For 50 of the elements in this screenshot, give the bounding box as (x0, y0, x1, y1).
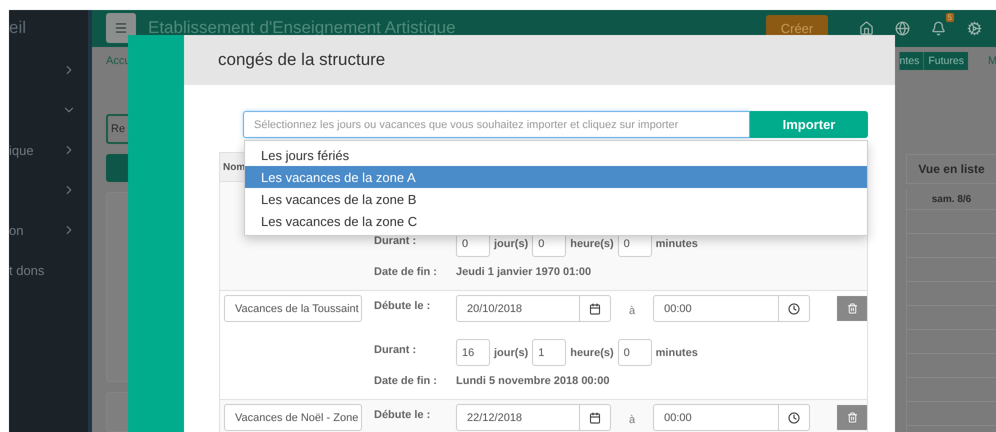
minutes-unit: minutes (656, 238, 698, 250)
sidebar-item[interactable]: t dons (9, 250, 88, 290)
dropdown-option[interactable]: Les vacances de la zone C (245, 210, 867, 232)
import-field[interactable]: Sélectionnez les jours ou vacances que vous souhaitez importer et cliquez sur importer (243, 111, 750, 138)
start-label: Débute le : (374, 408, 432, 423)
end-label: Date de fin : (374, 375, 438, 387)
dropdown-option[interactable]: Les vacances de la zone B (245, 188, 867, 210)
at-label: à (629, 304, 636, 316)
time-field[interactable]: 00:00 (653, 295, 810, 322)
name-field[interactable]: Vacances de Noël - Zone (224, 404, 362, 431)
dialog-title: congés de la structure (218, 50, 386, 70)
sidebar-item[interactable]: ique (9, 130, 88, 170)
date-field[interactable]: 20/10/2018 (456, 295, 611, 322)
name-field[interactable]: Vacances de la Toussaint (224, 295, 362, 322)
end-label: Date de fin : (374, 266, 438, 278)
duration-label: Durant : (374, 343, 418, 358)
end-date: Jeudi 1 janvier 1970 01:00 (456, 266, 592, 278)
minutes-unit: minutes (656, 346, 698, 358)
menu-icon (114, 21, 128, 36)
minutes-field[interactable]: 0 (618, 339, 652, 366)
column-header: Nom (223, 162, 246, 172)
days-field[interactable]: 16 (456, 339, 490, 366)
notification-badge: 5 (946, 12, 954, 22)
days-unit: jour(s) (494, 346, 528, 358)
app-title: Etablissement d'Enseignement Artistique (148, 18, 457, 38)
delete-button[interactable] (837, 296, 867, 321)
sidebar-title: eil (9, 17, 28, 39)
trash-icon (846, 303, 858, 314)
sidebar-item[interactable]: on (9, 210, 88, 250)
menu-button[interactable] (106, 13, 136, 44)
calendar-icon (589, 302, 601, 314)
delete-button[interactable] (837, 405, 867, 430)
clock-icon (788, 302, 800, 314)
at-label: à (629, 412, 636, 426)
time-field[interactable]: 00:00 (653, 404, 810, 431)
hours-unit: heure(s) (570, 346, 614, 358)
date-field[interactable]: 22/12/2018 (456, 404, 611, 431)
trash-icon (846, 412, 858, 423)
clock-icon (788, 412, 800, 424)
start-label: Débute le : (374, 299, 432, 314)
filter-tab[interactable]: Futures (923, 52, 968, 70)
dropdown-option[interactable]: Les vacances de la zone A (245, 166, 867, 188)
hours-unit: heure(s) (570, 238, 614, 250)
filter-tab[interactable]: ntes (898, 52, 924, 70)
calendar-icon (589, 412, 601, 424)
end-date: Lundi 5 novembre 2018 00:00 (456, 375, 610, 387)
days-unit: jour(s) (494, 238, 528, 250)
duration-label: Durant : (374, 234, 418, 249)
dropdown-option[interactable]: Les jours fériés (245, 144, 867, 166)
hours-field[interactable]: 1 (532, 339, 566, 366)
